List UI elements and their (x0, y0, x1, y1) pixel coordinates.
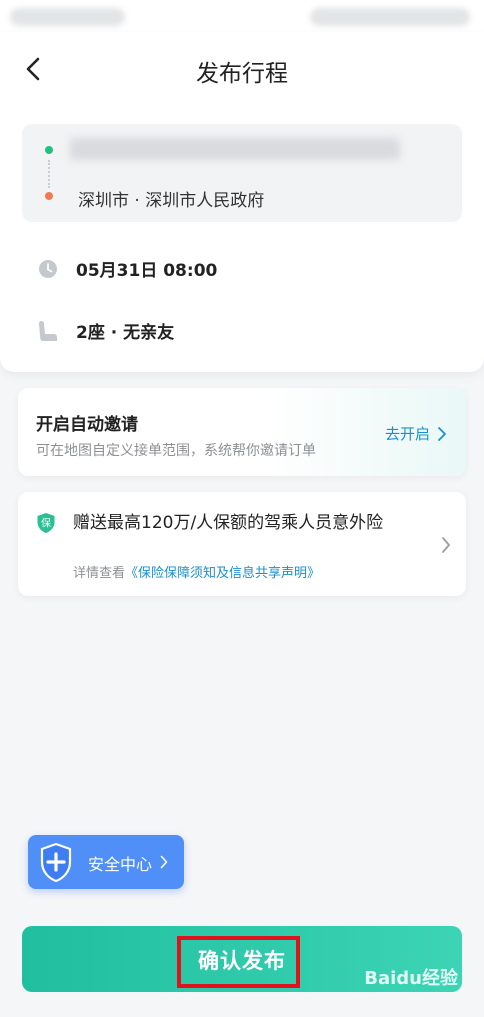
auto-invite-subtitle: 可在地图自定义接单范围，系统帮你邀请订单 (36, 443, 316, 459)
safety-center-button[interactable]: 安全中心 (28, 835, 184, 889)
route-box[interactable]: 深圳市 · 深圳市人民政府 (22, 124, 462, 222)
start-point-dot (45, 146, 53, 154)
status-bar (0, 0, 484, 32)
enable-invite-button[interactable]: 去开启 (385, 423, 448, 444)
seats-row[interactable]: 2座 · 无亲友 (38, 318, 174, 343)
departure-time-row[interactable]: 05月31日 08:00 (38, 256, 217, 281)
seats-info: 2座 · 无亲友 (76, 323, 175, 343)
auto-invite-title: 开启自动邀请 (36, 415, 138, 435)
insurance-card[interactable]: 保 赠送最高120万/人保额的驾乘人员意外险 详情查看《保险保障须知及信息共享声… (18, 492, 466, 596)
status-bar-left-blurred (10, 8, 125, 26)
insurance-terms-link[interactable]: 《保险保障须知及信息共享声明》 (125, 566, 320, 581)
insurance-badge-text: 保 (41, 517, 51, 530)
insurance-shield-icon: 保 (37, 513, 55, 533)
chevron-right-icon (160, 855, 168, 869)
clock-icon (39, 259, 57, 278)
safety-center-label: 安全中心 (88, 855, 153, 874)
departure-time: 05月31日 08:00 (76, 261, 218, 281)
trip-summary-card: 发布行程 深圳市 · 深圳市人民政府 05月31日 08:00 2座 · 无亲友 (0, 32, 484, 372)
watermark: Baidu经验 (364, 968, 458, 989)
end-point-dot (45, 192, 53, 200)
enable-invite-label: 去开启 (384, 425, 430, 443)
status-bar-right-blurred (310, 8, 470, 26)
safety-shield-icon (40, 842, 72, 883)
insurance-detail: 详情查看《保险保障须知及信息共享声明》 (73, 562, 320, 581)
insurance-title: 赠送最高120万/人保额的驾乘人员意外险 (73, 513, 384, 533)
page-title: 发布行程 (196, 61, 288, 87)
insurance-detail-prefix: 详情查看 (73, 566, 126, 581)
route-connector (48, 160, 50, 188)
auto-invite-card[interactable]: 开启自动邀请 可在地图自定义接单范围，系统帮你邀请订单 去开启 (18, 388, 466, 476)
chevron-right-icon (442, 537, 450, 553)
chevron-right-icon (438, 426, 446, 441)
start-address-blurred (70, 138, 400, 160)
seat-icon (39, 320, 57, 341)
end-address: 深圳市 · 深圳市人民政府 (78, 191, 265, 211)
